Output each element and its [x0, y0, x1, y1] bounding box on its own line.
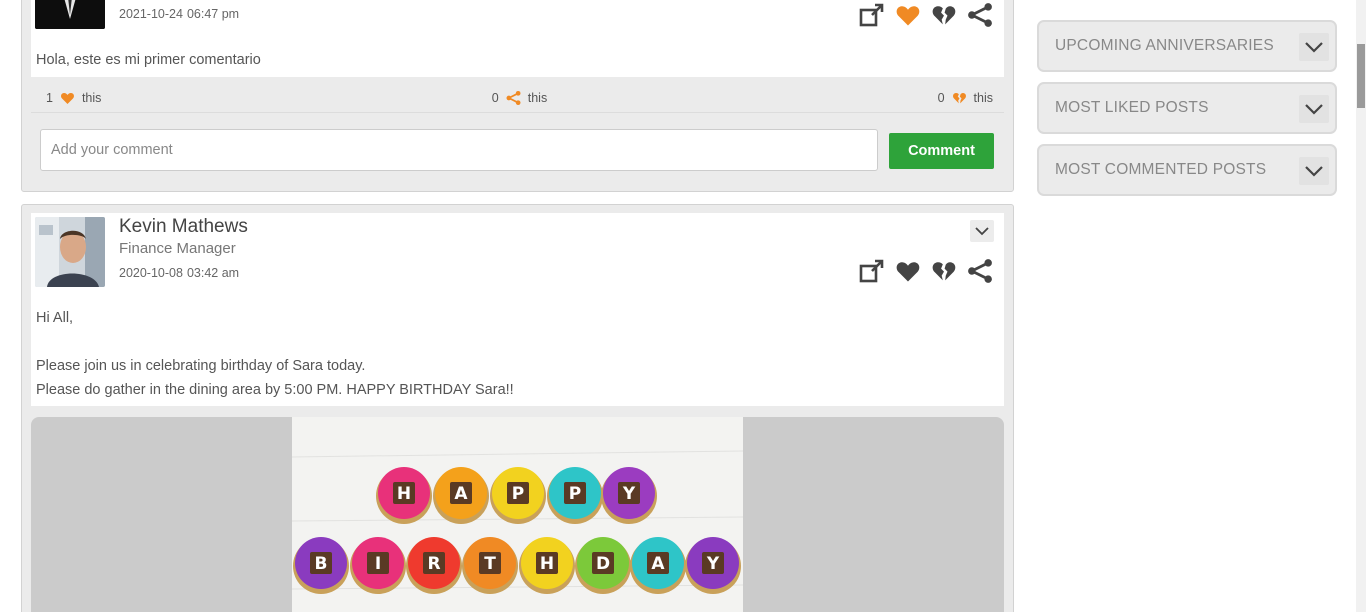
- author-role: Finance Manager: [119, 240, 236, 257]
- dislikes-suffix: this: [973, 90, 993, 105]
- comment-input[interactable]: [40, 129, 878, 171]
- widget-upcoming-anniversaries: UPCOMING ANNIVERSARIES: [1037, 20, 1337, 72]
- cupcake-letter: Y: [622, 484, 636, 504]
- post-date: 2020-10-08 03:42 am: [119, 266, 240, 280]
- post-card: Kevin Mathews Finance Manager 2020-10-08…: [21, 204, 1014, 612]
- dislikes-count: 0: [937, 90, 945, 105]
- post-content: Kevin Mathews Finance Manager 2020-10-08…: [31, 213, 1004, 406]
- post-stats: 1 this 0 this 0 this: [31, 83, 1004, 113]
- open-external-icon[interactable]: [858, 257, 886, 285]
- avatar[interactable]: [35, 0, 105, 29]
- post-text-line: Hi All,: [36, 310, 74, 326]
- post-text: Hi All, Please join us in celebrating bi…: [36, 306, 514, 402]
- cupcake-letter: H: [397, 484, 411, 504]
- avatar[interactable]: [35, 217, 105, 287]
- post-menu-button[interactable]: [970, 220, 994, 242]
- post-image: H A P P Y B I R T H D A Y: [291, 417, 744, 612]
- shares-stat: 0 this: [492, 90, 547, 106]
- cupcake-letter: P: [512, 484, 524, 504]
- scrollbar-thumb[interactable]: [1357, 44, 1365, 108]
- post-actions: [858, 257, 994, 285]
- post-content: 2021-10-24 06:47 pm Hola, este es mi prim…: [31, 0, 1004, 77]
- widget-title: MOST LIKED POSTS: [1055, 99, 1209, 116]
- broken-heart-icon[interactable]: [930, 1, 958, 29]
- shares-suffix: this: [527, 90, 548, 105]
- like-heart-icon[interactable]: [894, 257, 922, 285]
- post-text: Hola, este es mi primer comentario: [36, 52, 261, 68]
- cupcake-letter: B: [315, 554, 328, 574]
- cupcake-letter: Y: [706, 554, 720, 574]
- chevron-down-icon: [975, 227, 989, 236]
- widget-title: MOST COMMENTED POSTS: [1055, 161, 1267, 178]
- chevron-down-icon: [1305, 104, 1323, 115]
- page: 2021-10-24 06:47 pm Hola, este es mi prim…: [0, 0, 1366, 612]
- broken-heart-icon[interactable]: [930, 257, 958, 285]
- cupcake-letter: A: [454, 484, 468, 504]
- post-image-container[interactable]: H A P P Y B I R T H D A Y: [31, 417, 1004, 612]
- author-name[interactable]: Kevin Mathews: [119, 216, 248, 238]
- cupcake-letter: T: [484, 554, 496, 574]
- likes-count: 1: [46, 90, 53, 105]
- cupcake-letter: A: [651, 554, 665, 574]
- widget-most-liked-posts: MOST LIKED POSTS: [1037, 82, 1337, 134]
- cupcake-letter: P: [569, 484, 581, 504]
- widget-toggle[interactable]: [1299, 95, 1329, 123]
- scrollbar[interactable]: [1356, 0, 1366, 612]
- heart-icon: [59, 90, 76, 106]
- comment-button[interactable]: Comment: [889, 133, 994, 169]
- widget-toggle[interactable]: [1299, 157, 1329, 185]
- cupcake-letter: R: [427, 554, 440, 574]
- share-icon: [505, 90, 522, 106]
- post-card: 2021-10-24 06:47 pm Hola, este es mi prim…: [21, 0, 1014, 192]
- share-icon[interactable]: [966, 1, 994, 29]
- chevron-down-icon: [1305, 42, 1323, 53]
- widget-title: UPCOMING ANNIVERSARIES: [1055, 37, 1274, 54]
- shares-count: 0: [491, 90, 499, 105]
- widget-toggle[interactable]: [1299, 33, 1329, 61]
- like-heart-icon[interactable]: [894, 1, 922, 29]
- post-actions: [858, 1, 994, 29]
- share-icon[interactable]: [966, 257, 994, 285]
- cupcake-letter: H: [540, 554, 554, 574]
- widget-most-commented-posts: MOST COMMENTED POSTS: [1037, 144, 1337, 196]
- chevron-down-icon: [1305, 166, 1323, 177]
- cupcake-letter: I: [375, 554, 381, 574]
- likes-stat: 1 this: [46, 90, 101, 106]
- post-text-line: Please join us in celebrating birthday o…: [36, 358, 366, 374]
- cupcake-letter: D: [596, 554, 610, 574]
- likes-suffix: this: [81, 90, 102, 105]
- dislikes-stat: 0 this: [938, 90, 993, 106]
- post-text-line: Please do gather in the dining area by 5…: [36, 382, 514, 398]
- open-external-icon[interactable]: [858, 1, 886, 29]
- post-date: 2021-10-24 06:47 pm: [119, 7, 240, 21]
- broken-heart-icon: [951, 90, 968, 106]
